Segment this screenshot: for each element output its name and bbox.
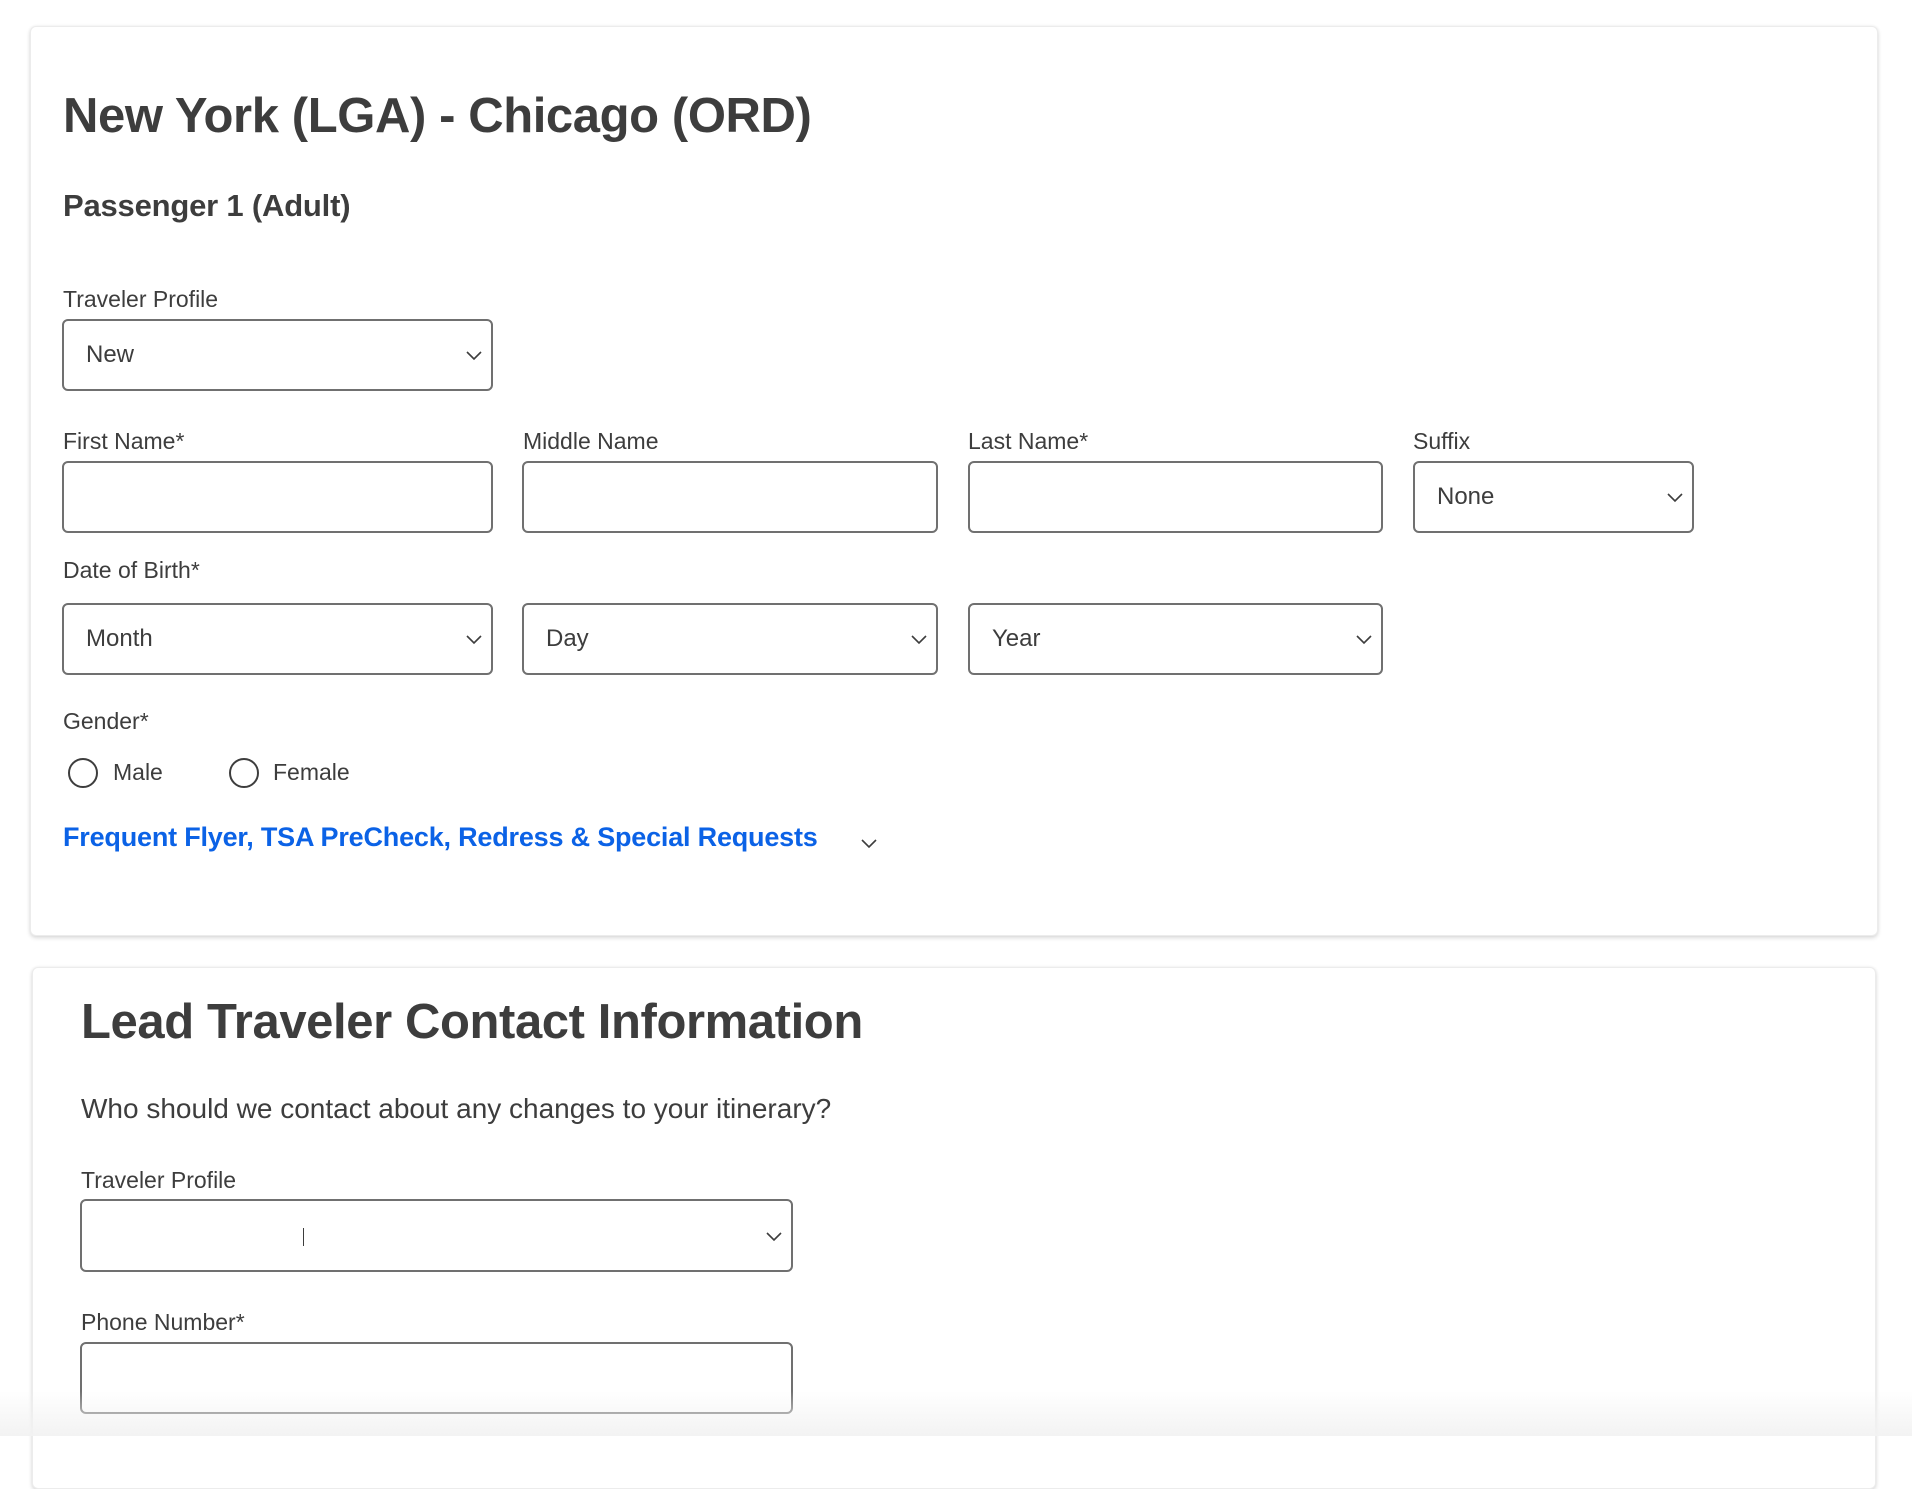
suffix-value: None [1437,483,1495,510]
last-name-input[interactable] [968,461,1383,533]
middle-name-input[interactable] [522,461,938,533]
date-of-birth-label: Date of Birth* [63,557,200,583]
contact-subtitle: Who should we contact about any changes … [81,1093,832,1124]
birth-month-value: Month [86,625,153,652]
birth-year-select[interactable]: Year [968,603,1383,675]
frequent-flyer-link[interactable]: Frequent Flyer, TSA PreCheck, Redress & … [63,822,818,852]
male-label: Male [113,759,163,785]
chevron-down-icon [1356,635,1372,645]
traveler-profile-value: New [86,341,135,368]
chevron-down-icon [766,1231,782,1241]
contact-title: Lead Traveler Contact Information [81,995,863,1049]
contact-traveler-profile-label: Traveler Profile [81,1167,237,1193]
chevron-down-icon [911,635,927,645]
female-label: Female [273,759,350,785]
traveler-profile-select[interactable]: New [62,319,493,391]
female-radio[interactable] [229,758,259,788]
suffix-label: Suffix [1413,428,1471,454]
chevron-down-icon [861,839,877,849]
text-cursor [303,1228,304,1246]
last-name-label: Last Name* [968,428,1089,454]
frequent-flyer-toggle[interactable]: Frequent Flyer, TSA PreCheck, Redress & … [63,822,877,858]
middle-name-label: Middle Name [523,428,659,454]
route-title: New York (LGA) - Chicago (ORD) [63,89,812,143]
first-name-input[interactable] [62,461,493,533]
birth-month-select[interactable]: Month [62,603,493,675]
birth-day-select[interactable]: Day [522,603,938,675]
suffix-select[interactable]: None [1413,461,1694,533]
chevron-down-icon [466,351,482,361]
gender-label: Gender* [63,708,149,734]
contact-traveler-profile-select[interactable] [80,1199,793,1272]
passenger-heading: Passenger 1 (Adult) [63,188,351,223]
male-radio[interactable] [68,758,98,788]
phone-number-input[interactable] [80,1342,793,1414]
birth-year-value: Year [992,625,1041,652]
birth-day-value: Day [546,625,589,652]
chevron-down-icon [1667,493,1683,503]
chevron-down-icon [466,635,482,645]
phone-number-label: Phone Number* [81,1309,245,1335]
first-name-label: First Name* [63,428,185,454]
traveler-profile-label: Traveler Profile [63,286,219,312]
